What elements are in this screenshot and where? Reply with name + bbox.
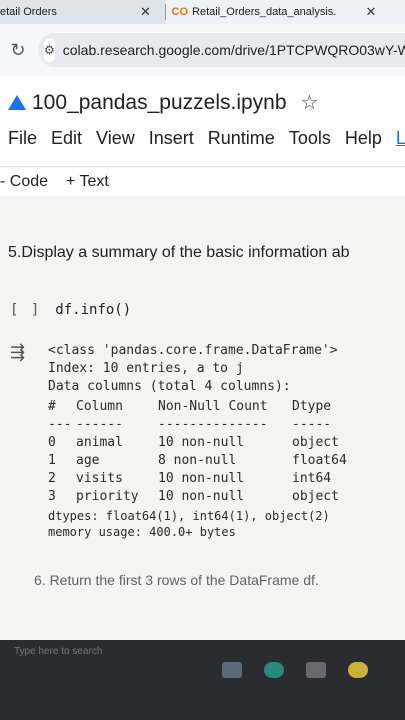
tab-title: etail Orders	[0, 6, 57, 18]
os-taskbar: Type here to search	[0, 640, 405, 720]
dtypes-summary: dtypes: float64(1), int64(1), object(2)	[48, 509, 330, 523]
menu-bar: File Edit View Insert Runtime Tools Help…	[8, 128, 405, 149]
browser-tab-colab[interactable]: CO Retail_Orders_data_analysis. ✕	[165, 0, 405, 24]
column-name: priority	[76, 489, 139, 504]
store-icon[interactable]	[306, 662, 326, 678]
rule-cell: ------	[76, 417, 123, 432]
close-tab-icon[interactable]: ✕	[140, 4, 151, 20]
rule-cell: ---	[48, 417, 72, 432]
notebook-title[interactable]: 100_pandas_puzzels.ipynb	[32, 91, 287, 115]
output-line: Data columns (total 4 columns):	[48, 379, 291, 394]
info-rule-row: --- ------ -------------- -----	[48, 416, 362, 434]
table-row: 3 priority 10 non-null object	[48, 488, 362, 506]
star-icon[interactable]: ☆	[301, 90, 319, 115]
add-code-button[interactable]: - Code	[0, 173, 48, 191]
code-editor[interactable]: df.info()	[55, 302, 131, 318]
non-null-count: 8 non-null	[158, 453, 237, 468]
browser-tab-strip: etail Orders ✕ CO Retail_Orders_data_ana…	[0, 0, 405, 24]
markdown-heading: 5.Display a summary of the basic informa…	[8, 244, 350, 261]
info-header-row: # Column Non-Null Count Dtype	[48, 398, 362, 416]
last-edit-link[interactable]: La	[396, 128, 405, 149]
header-cell: #	[48, 399, 56, 414]
menu-help[interactable]: Help	[345, 128, 382, 149]
dtype: int64	[292, 471, 332, 486]
output-line: Index: 10 entries, a to j	[48, 361, 244, 376]
header-cell: Non-Null Count	[158, 399, 268, 414]
tab-title: Retail_Orders_data_analysis.	[192, 6, 337, 18]
notebook-title-row: 100_pandas_puzzels.ipynb ☆	[8, 90, 318, 115]
drive-icon[interactable]	[8, 95, 26, 110]
menu-tools[interactable]: Tools	[289, 128, 331, 149]
notebook-toolbar: - Code + Text	[0, 166, 405, 198]
url-field[interactable]: ⚙ colab.research.google.com/drive/1PTCPW…	[38, 33, 405, 67]
memory-usage: memory usage: 400.0+ bytes	[48, 525, 236, 539]
row-index: 2	[48, 471, 56, 486]
table-row: 2 visits 10 non-null int64	[48, 470, 362, 488]
row-index: 1	[48, 453, 56, 468]
row-index: 3	[48, 489, 56, 504]
reload-icon[interactable]: ↻	[4, 40, 32, 61]
task-view-icon[interactable]	[222, 662, 242, 678]
address-bar: ↻ ⚙ colab.research.google.com/drive/1PTC…	[0, 24, 405, 76]
rule-cell: -----	[292, 417, 332, 432]
dtype: object	[292, 435, 339, 450]
code-cell[interactable]: [ ] df.info()	[10, 302, 131, 318]
cell-output: <class 'pandas.core.frame.DataFrame'> In…	[48, 342, 338, 396]
dtype: object	[292, 489, 339, 504]
header-cell: Column	[76, 399, 123, 414]
colab-header: 100_pandas_puzzels.ipynb ☆ File Edit Vie…	[0, 76, 405, 198]
colab-favicon-icon: CO	[171, 6, 189, 18]
menu-file[interactable]: File	[8, 128, 37, 149]
url-text: colab.research.google.com/drive/1PTCPWQR…	[62, 42, 405, 58]
notebook-body: 5.Display a summary of the basic informa…	[0, 196, 405, 640]
close-tab-icon[interactable]: ✕	[366, 4, 377, 20]
non-null-count: 10 non-null	[158, 489, 245, 504]
column-name: animal	[76, 435, 123, 450]
output-footer: dtypes: float64(1), int64(1), object(2) …	[48, 508, 330, 540]
taskbar-search-field[interactable]: Type here to search	[0, 640, 224, 662]
browser-tab-retail-orders[interactable]: etail Orders ✕	[0, 0, 166, 24]
edge-browser-icon[interactable]	[264, 662, 284, 678]
info-table: # Column Non-Null Count Dtype --- ------…	[48, 398, 362, 506]
chrome-browser-icon[interactable]	[348, 662, 368, 678]
output-line: <class 'pandas.core.frame.DataFrame'>	[48, 343, 338, 358]
run-cell-button[interactable]: [ ]	[10, 302, 41, 318]
next-markdown-heading: 6. Return the first 3 rows of the DataFr…	[34, 572, 319, 588]
taskbar-icons	[222, 662, 390, 678]
menu-edit[interactable]: Edit	[51, 128, 82, 149]
row-index: 0	[48, 435, 56, 450]
dtype: float64	[292, 453, 347, 468]
column-name: age	[76, 453, 100, 468]
output-menu-icon[interactable]: ⇶	[10, 342, 25, 363]
non-null-count: 10 non-null	[158, 471, 245, 486]
site-info-icon[interactable]: ⚙	[44, 38, 55, 62]
menu-view[interactable]: View	[96, 128, 135, 149]
add-text-button[interactable]: + Text	[66, 173, 109, 191]
non-null-count: 10 non-null	[158, 435, 245, 450]
column-name: visits	[76, 471, 123, 486]
menu-runtime[interactable]: Runtime	[208, 128, 275, 149]
rule-cell: --------------	[158, 417, 268, 432]
menu-insert[interactable]: Insert	[149, 128, 194, 149]
table-row: 0 animal 10 non-null object	[48, 434, 362, 452]
table-row: 1 age 8 non-null float64	[48, 452, 362, 470]
header-cell: Dtype	[292, 399, 332, 414]
